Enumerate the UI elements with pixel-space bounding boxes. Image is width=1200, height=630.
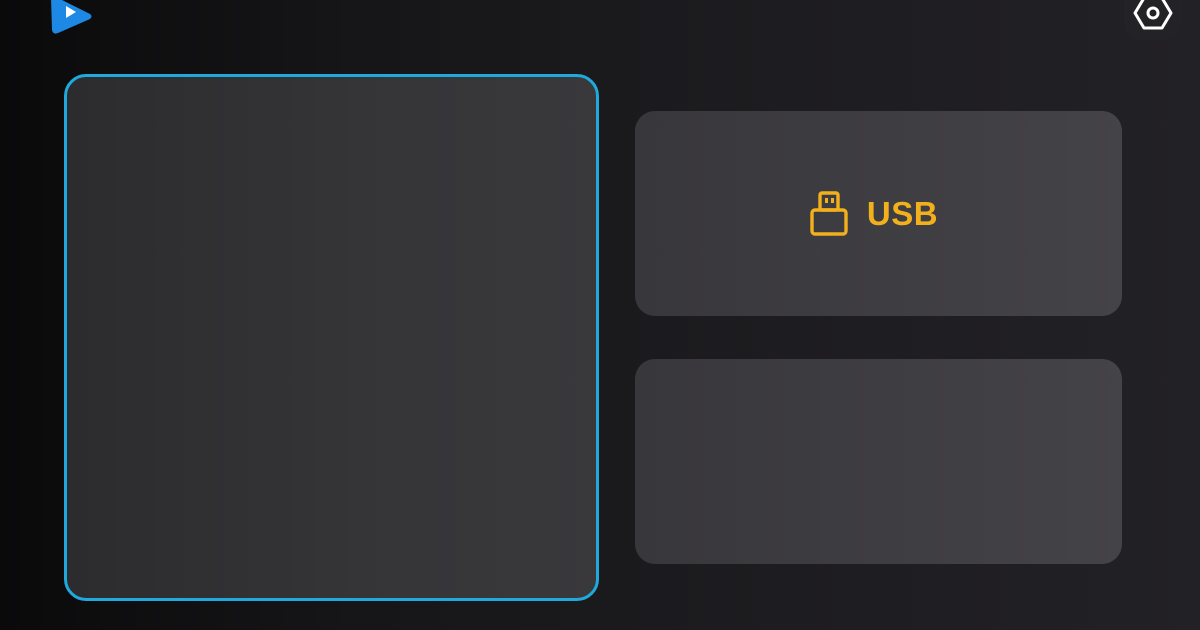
usb-tile[interactable]: USB [635,111,1122,316]
settings-button[interactable] [1124,0,1182,40]
gear-icon [1133,0,1173,30]
play-triangle-icon [51,0,92,34]
usb-drive-icon [809,190,849,238]
bottom-tile[interactable] [635,359,1122,564]
usb-tile-label: USB [866,194,939,232]
main-tile[interactable] [64,74,599,601]
usb-tile-content: USB [809,190,938,238]
app-logo[interactable] [50,0,94,34]
